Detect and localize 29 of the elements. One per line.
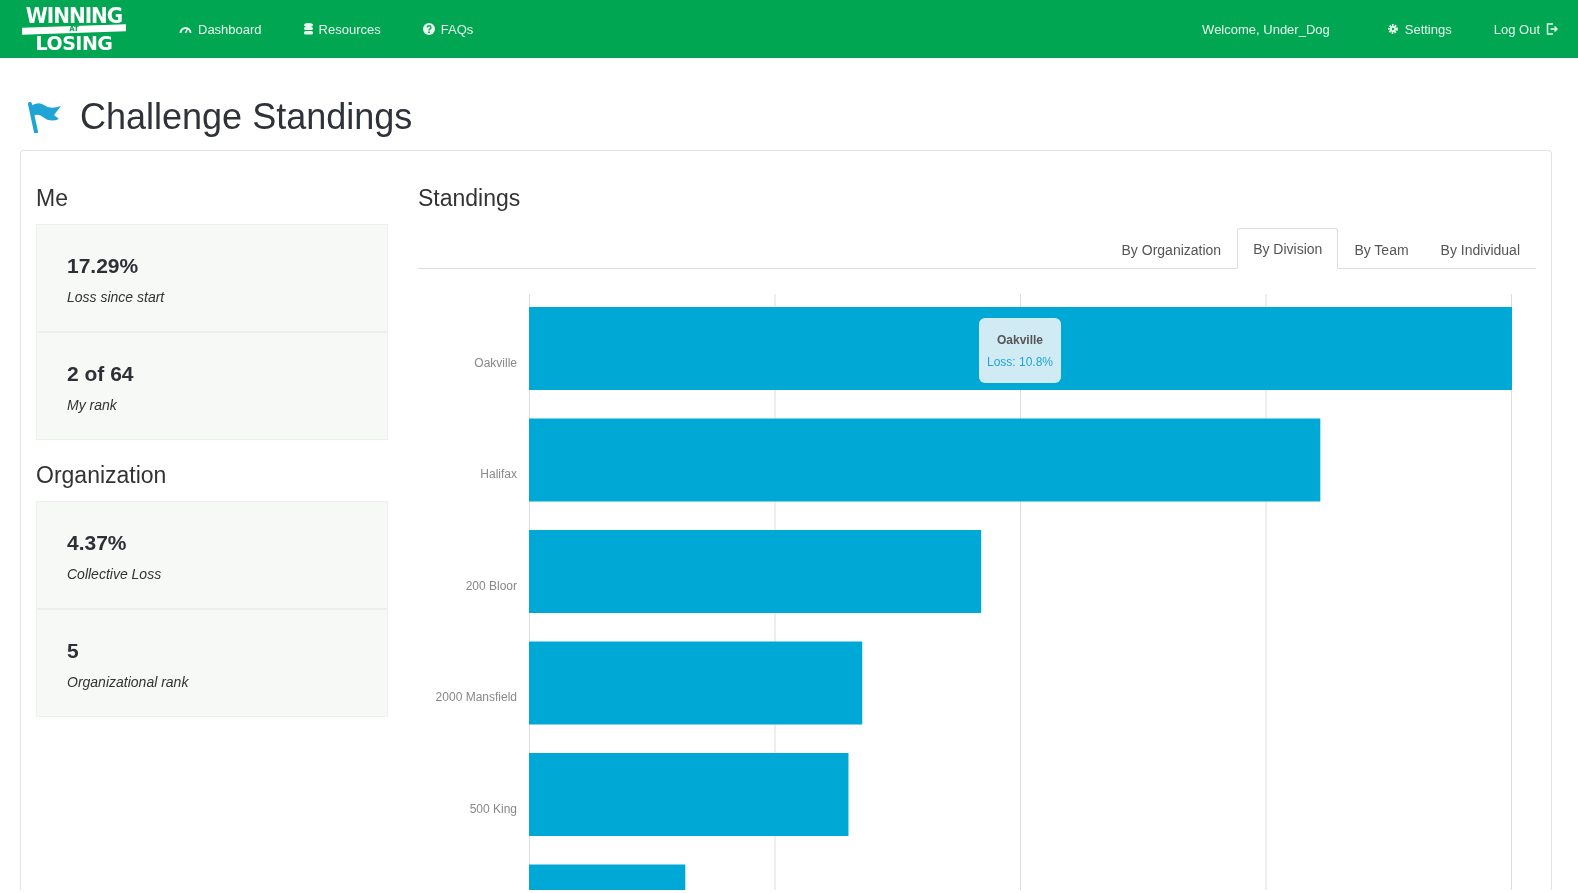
section-heading: Me bbox=[36, 185, 68, 212]
tab[interactable]: By Individual bbox=[1424, 228, 1536, 269]
section-heading: Standings bbox=[418, 185, 521, 212]
tab[interactable]: By Division bbox=[1237, 228, 1339, 269]
stat-value: 5 bbox=[67, 639, 79, 663]
stat-label: Collective Loss bbox=[67, 566, 162, 582]
tab[interactable]: By Organization bbox=[1105, 228, 1238, 269]
stat-label: Organizational rank bbox=[67, 674, 189, 690]
category-label: 200 Bloor bbox=[465, 578, 517, 593]
category-label: 500 King bbox=[469, 801, 517, 816]
nav-link[interactable]: FAQs bbox=[401, 0, 495, 58]
welcome-text: Welcome, Under_Dog bbox=[1202, 21, 1330, 37]
settings-link[interactable]: Settings bbox=[1365, 0, 1473, 58]
stat-value: 2 of 64 bbox=[67, 362, 134, 386]
section-heading: Organization bbox=[36, 462, 167, 489]
logout-link[interactable]: Log Out bbox=[1472, 0, 1558, 58]
stat-label: Loss since start bbox=[67, 289, 165, 305]
category-label: Halifax bbox=[480, 467, 517, 482]
nav-link[interactable]: Dashboard bbox=[158, 0, 283, 58]
stat-value: 17.29% bbox=[67, 254, 139, 278]
page-title: Challenge Standings bbox=[80, 96, 413, 138]
nav-link[interactable]: Resources bbox=[282, 0, 402, 58]
tab[interactable]: By Team bbox=[1338, 228, 1425, 269]
stat-label: My rank bbox=[67, 397, 117, 413]
category-label: Oakville bbox=[474, 355, 517, 370]
category-label: 2000 Mansfield bbox=[435, 690, 517, 705]
stat-value: 4.37% bbox=[67, 531, 127, 555]
tooltip-title: Oakville bbox=[996, 332, 1045, 349]
tooltip-value: Loss: 10.8% bbox=[987, 354, 1054, 371]
